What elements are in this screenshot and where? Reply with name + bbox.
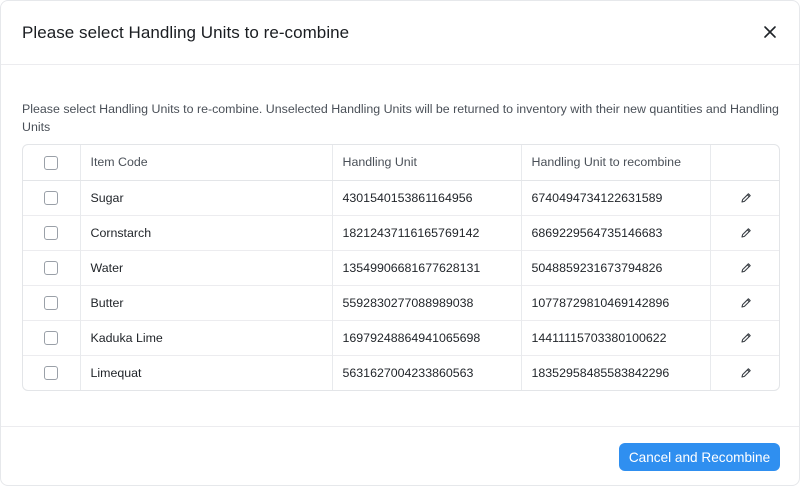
item-code-cell: Water — [80, 250, 333, 285]
dialog-footer: Cancel and Recombine — [1, 426, 799, 485]
item-code-cell: Kaduka Lime — [80, 320, 333, 355]
table-header-row: Item Code Handling Unit Handling Unit to… — [23, 145, 779, 181]
dialog-description: Please select Handling Units to re-combi… — [22, 102, 779, 134]
recombine-unit-cell: 6740494734122631589 — [521, 180, 711, 215]
table-row: Kaduka Lime 16979248864941065698 144111157… — [23, 320, 779, 355]
column-header-actions — [710, 145, 779, 181]
pencil-icon[interactable] — [739, 226, 753, 240]
row-select-cell — [23, 215, 81, 250]
recombine-unit-cell: 6869229564735146683 — [521, 215, 711, 250]
row-select-cell — [23, 250, 81, 285]
handling-units-table: Item Code Handling Unit Handling Unit to… — [22, 144, 780, 391]
row-checkbox[interactable] — [44, 225, 59, 240]
table-row: Butter 5592830277088989038 107787298104691… — [23, 285, 779, 320]
row-edit-cell — [710, 320, 779, 355]
handling-unit-cell: 16979248864941065698 — [332, 320, 522, 355]
pencil-icon[interactable] — [739, 296, 753, 310]
recombine-unit-cell: 18352958485583842296 — [521, 355, 711, 390]
handling-unit-cell: 5592830277088989038 — [332, 285, 522, 320]
row-select-cell — [23, 320, 81, 355]
row-edit-cell — [710, 180, 779, 215]
recombine-unit-cell: 10778729810469142896 — [521, 285, 711, 320]
table-row: Water 13549906681677628131 504885923167379… — [23, 250, 779, 285]
row-select-cell — [23, 355, 81, 390]
table-row: Limequat 5631627004233860563 1835295848558… — [23, 355, 779, 390]
table-row: Cornstarch 18212437116165769142 6869229564… — [23, 215, 779, 250]
close-icon — [764, 26, 776, 38]
table-row: Sugar 4301540153861164956 6740494734122631… — [23, 180, 779, 215]
handling-unit-cell: 13549906681677628131 — [332, 250, 522, 285]
item-code-cell: Cornstarch — [80, 215, 333, 250]
row-select-cell — [23, 285, 81, 320]
pencil-icon[interactable] — [739, 191, 753, 205]
column-header-handling-unit: Handling Unit — [332, 145, 522, 181]
row-checkbox[interactable] — [44, 295, 59, 310]
recombine-unit-cell: 14411115703380100622 — [521, 320, 711, 355]
select-all-checkbox[interactable] — [44, 155, 59, 170]
item-code-cell: Sugar — [80, 180, 333, 215]
pencil-icon[interactable] — [739, 261, 753, 275]
select-all-cell — [23, 145, 81, 181]
row-checkbox[interactable] — [44, 190, 59, 205]
item-code-cell: Butter — [80, 285, 333, 320]
row-select-cell — [23, 180, 81, 215]
handling-unit-cell: 4301540153861164956 — [332, 180, 522, 215]
dialog-title: Please select Handling Units to re-combi… — [22, 23, 350, 42]
handling-unit-cell: 18212437116165769142 — [332, 215, 522, 250]
row-edit-cell — [710, 285, 779, 320]
recombine-unit-cell: 5048859231673794826 — [521, 250, 711, 285]
dialog-header: Please select Handling Units to re-combi… — [1, 1, 799, 65]
handling-unit-cell: 5631627004233860563 — [332, 355, 522, 390]
row-checkbox[interactable] — [44, 366, 59, 381]
pencil-icon[interactable] — [739, 331, 753, 345]
close-button[interactable] — [758, 20, 782, 44]
row-edit-cell — [710, 355, 779, 390]
row-checkbox[interactable] — [44, 260, 59, 275]
pencil-icon[interactable] — [739, 366, 753, 380]
row-checkbox[interactable] — [44, 330, 59, 345]
row-edit-cell — [710, 250, 779, 285]
recombine-dialog: Please select Handling Units to re-combi… — [0, 0, 800, 486]
item-code-cell: Limequat — [80, 355, 333, 390]
column-header-recombine-unit: Handling Unit to recombine — [521, 145, 711, 181]
column-header-item-code: Item Code — [80, 145, 333, 181]
cancel-and-recombine-button[interactable]: Cancel and Recombine — [619, 443, 780, 471]
row-edit-cell — [710, 215, 779, 250]
